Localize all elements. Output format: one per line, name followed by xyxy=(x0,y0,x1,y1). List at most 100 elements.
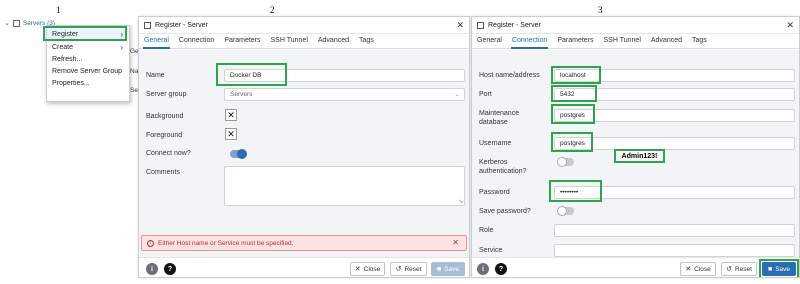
maintenance-db-label-line2: database xyxy=(479,119,508,126)
reset-button-label: Reset xyxy=(734,265,752,273)
save-icon: ■ xyxy=(767,265,773,273)
username-value: postgres xyxy=(560,140,585,147)
dialog-tabs: General Connection Parameters SSH Tunnel… xyxy=(139,34,469,49)
save-button[interactable]: ■ Save xyxy=(762,262,796,276)
name-field[interactable]: Docker DB xyxy=(224,69,465,82)
menu-item-create[interactable]: Create › xyxy=(47,41,129,53)
reset-button-label: Reset xyxy=(404,265,422,273)
browser-tree-panel: ⌄ Servers (3) Register › Create › Refres… xyxy=(0,14,138,284)
background-tab-peek: Ge xyxy=(130,48,138,55)
connect-now-label: Connect now? xyxy=(146,150,191,157)
role-label: Role xyxy=(479,227,494,234)
dialog-title-bar[interactable]: Register - Server ✕ xyxy=(139,17,469,34)
save-button-label: Save xyxy=(775,265,791,273)
info-button[interactable]: i xyxy=(477,263,489,275)
close-button[interactable]: ✕ Close xyxy=(680,262,716,276)
reset-button[interactable]: ↺ Reset xyxy=(721,262,757,276)
dialog-footer: i ? ✕ Close ↺ Reset ■ Save xyxy=(139,257,469,277)
background-color-picker[interactable]: ✕ xyxy=(225,109,237,121)
close-icon: ✕ xyxy=(354,266,361,273)
server-group-label: Server group xyxy=(146,91,187,98)
tab-advanced[interactable]: Advanced xyxy=(317,34,350,49)
foreground-color-picker[interactable]: ✕ xyxy=(225,128,237,140)
background-label: Background xyxy=(146,113,184,120)
save-icon: ■ xyxy=(436,265,442,273)
password-field[interactable]: •••••••• xyxy=(554,186,795,199)
close-icon[interactable]: ✕ xyxy=(452,238,459,247)
help-button[interactable]: ? xyxy=(164,263,176,275)
menu-item-label: Properties... xyxy=(52,79,90,87)
maintenance-db-field[interactable]: postgres xyxy=(554,109,795,122)
error-icon: ! xyxy=(147,239,154,247)
menu-item-register[interactable]: Register › xyxy=(47,28,129,40)
menu-item-remove-server-group[interactable]: Remove Server Group xyxy=(47,65,129,77)
save-password-toggle[interactable] xyxy=(557,206,574,216)
error-message: ! Either Host name or Service must be sp… xyxy=(141,235,467,251)
tab-general[interactable]: General xyxy=(476,34,503,49)
server-group-value: Servers xyxy=(230,91,253,98)
chevron-down-icon[interactable]: ⌄ xyxy=(4,19,10,27)
password-value: •••••••• xyxy=(560,189,579,196)
host-field[interactable]: localhost xyxy=(554,69,795,82)
name-label: Name xyxy=(146,72,165,79)
tab-ssh-tunnel[interactable]: SSH Tunnel xyxy=(603,34,642,49)
help-icon: ? xyxy=(167,265,173,273)
help-button[interactable]: ? xyxy=(495,263,507,275)
resize-grip-icon[interactable]: ↘ xyxy=(458,198,463,205)
foreground-label: Foreground xyxy=(146,132,183,139)
save-button-label: Save xyxy=(444,265,460,273)
menu-item-properties[interactable]: Properties... xyxy=(47,77,129,89)
name-value: Docker DB xyxy=(230,72,262,79)
service-field[interactable] xyxy=(554,244,795,257)
host-label: Host name/address xyxy=(479,72,540,79)
role-field[interactable] xyxy=(554,224,795,237)
maintenance-db-label-line1: Maintenance xyxy=(479,110,520,117)
close-icon[interactable]: ✕ xyxy=(786,20,794,31)
tab-tags[interactable]: Tags xyxy=(691,34,708,49)
tab-connection[interactable]: Connection xyxy=(510,34,549,49)
connect-now-toggle[interactable] xyxy=(230,149,247,159)
help-icon: ? xyxy=(498,265,504,273)
service-label: Service xyxy=(479,247,503,254)
chevron-right-icon: › xyxy=(120,42,123,52)
reset-button[interactable]: ↺ Reset xyxy=(390,262,427,276)
background-label-peek: Se xyxy=(130,87,138,94)
close-icon: ✕ xyxy=(685,266,692,273)
kerberos-label-line2: authentication? xyxy=(479,168,527,175)
close-icon[interactable]: ✕ xyxy=(456,20,464,31)
tab-general[interactable]: General xyxy=(143,34,170,49)
dialog-footer: i ? ✕ Close ↺ Reset ■ Save xyxy=(472,257,799,277)
dialog-title: Register - Server xyxy=(155,21,208,29)
username-label: Username xyxy=(479,140,512,147)
host-value: localhost xyxy=(560,72,586,79)
server-icon xyxy=(144,21,151,29)
port-field[interactable]: 5432 xyxy=(554,88,795,101)
dialog-tabs: General Connection Parameters SSH Tunnel… xyxy=(472,34,799,49)
save-password-label: Save password? xyxy=(479,208,531,215)
comments-textarea[interactable]: ↘ xyxy=(224,166,465,206)
tab-advanced[interactable]: Advanced xyxy=(650,34,683,49)
tab-parameters[interactable]: Parameters xyxy=(223,34,261,49)
server-group-icon xyxy=(12,19,20,27)
username-field[interactable]: postgres xyxy=(554,137,795,150)
tab-parameters[interactable]: Parameters xyxy=(556,34,594,49)
tab-tags[interactable]: Tags xyxy=(358,34,375,49)
kerberos-toggle[interactable] xyxy=(557,157,574,167)
background-label-peek: Na xyxy=(130,68,138,75)
info-icon: i xyxy=(482,265,484,273)
tab-ssh-tunnel[interactable]: SSH Tunnel xyxy=(270,34,309,49)
tab-connection[interactable]: Connection xyxy=(178,34,215,49)
server-group-select[interactable]: Servers ⌄ xyxy=(224,88,465,101)
clear-icon: ✕ xyxy=(227,128,235,139)
menu-item-refresh[interactable]: Refresh... xyxy=(47,53,129,65)
toggle-knob xyxy=(557,157,567,167)
error-text: Either Host name or Service must be spec… xyxy=(158,239,294,247)
info-button[interactable]: i xyxy=(146,263,158,275)
dialog-title-bar[interactable]: Register - Server ✕ xyxy=(472,17,799,34)
kerberos-label-line1: Kerberos xyxy=(479,159,508,166)
close-button[interactable]: ✕ Close xyxy=(350,262,385,276)
menu-item-label: Register xyxy=(52,30,79,38)
server-icon xyxy=(477,21,484,29)
close-button-label: Close xyxy=(694,265,711,273)
save-button[interactable]: ■ Save xyxy=(431,262,465,276)
